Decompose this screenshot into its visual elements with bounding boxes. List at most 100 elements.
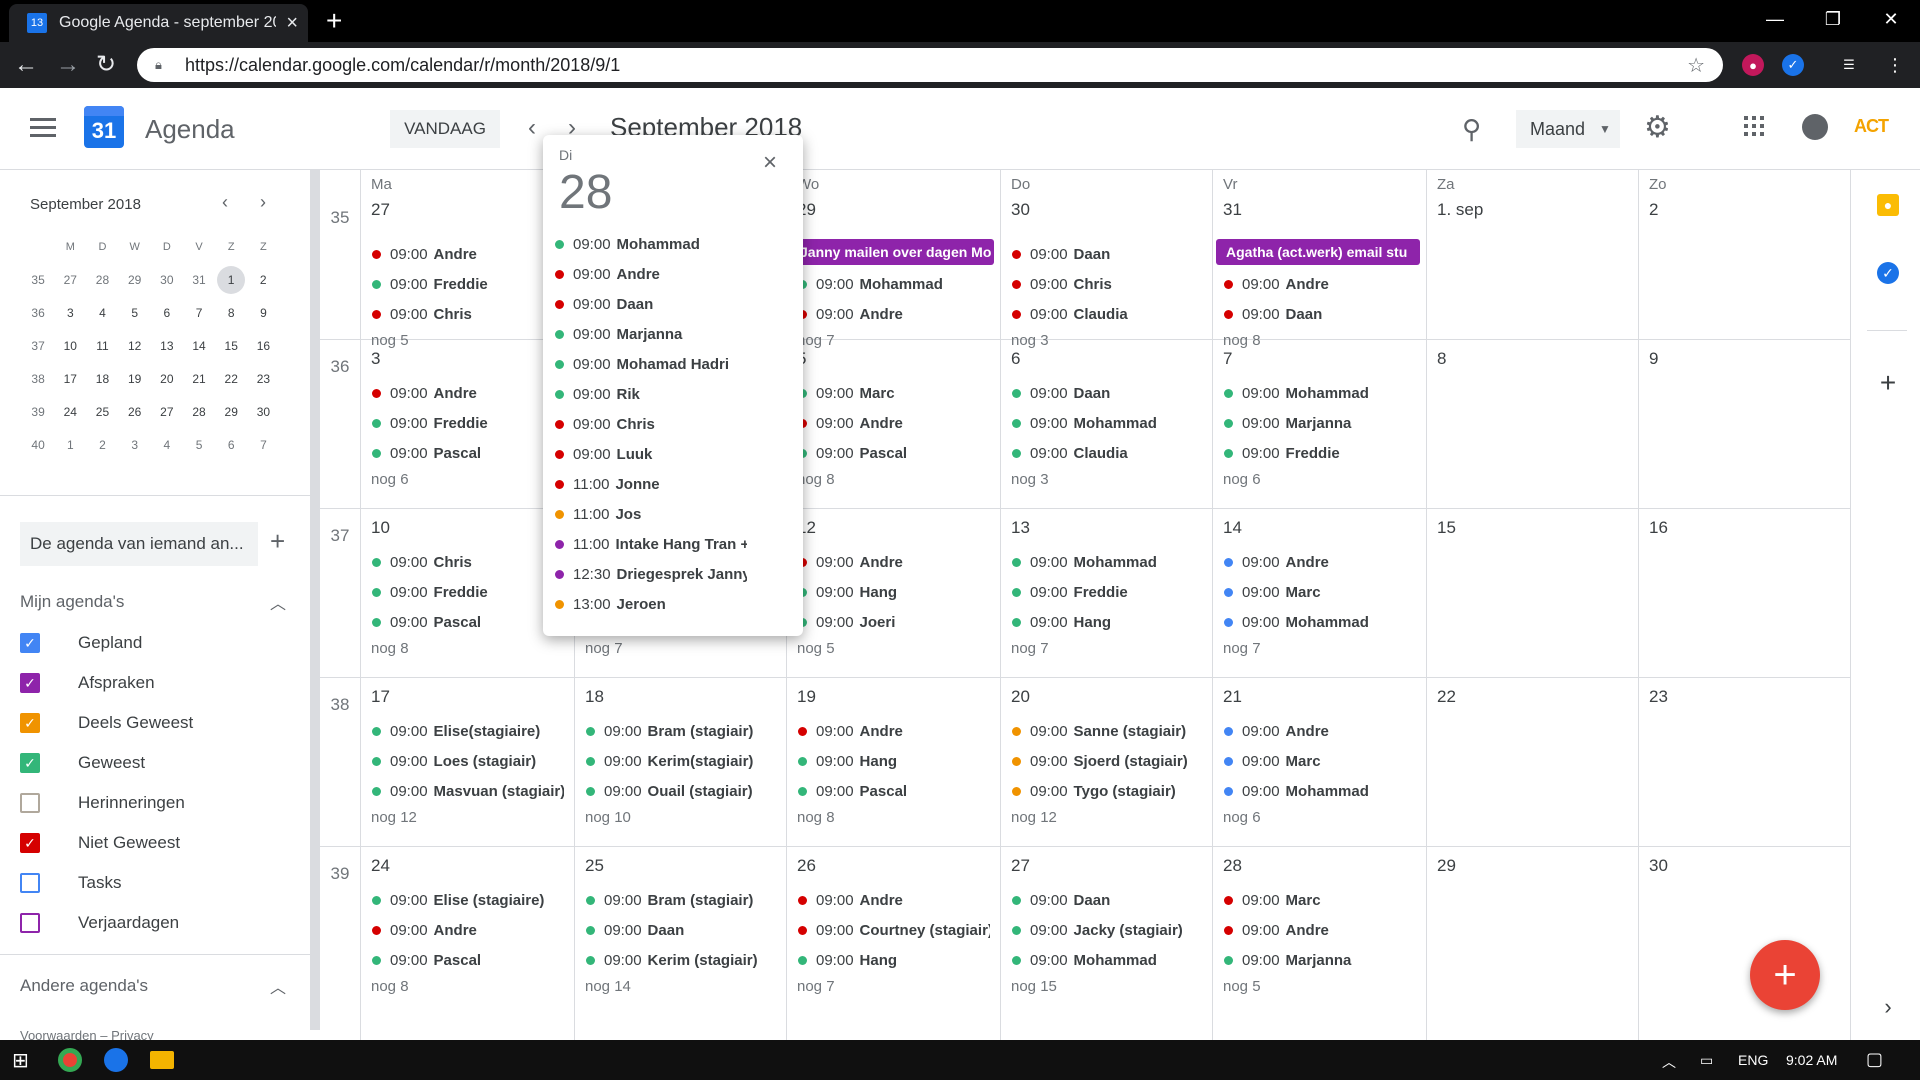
- event-item[interactable]: 09:00 Andre: [794, 548, 990, 576]
- event-item[interactable]: 09:00 Elise (stagiaire): [368, 886, 564, 914]
- more-events-link[interactable]: nog 7: [797, 978, 835, 995]
- keep-icon[interactable]: ●: [1877, 194, 1899, 216]
- day-cell[interactable]: 16: [1638, 508, 1850, 677]
- day-number[interactable]: 28: [1223, 856, 1242, 876]
- other-calendars-title[interactable]: Andere agenda's: [20, 976, 148, 996]
- mini-day[interactable]: 29: [119, 273, 151, 287]
- event-item[interactable]: 09:00 Bram (stagiair): [582, 886, 778, 914]
- event-item[interactable]: 09:00 Andre: [794, 717, 990, 745]
- day-cell[interactable]: 30: [1638, 846, 1850, 1015]
- event-item[interactable]: 09:00 Freddie: [368, 409, 564, 437]
- day-cell[interactable]: 29: [1426, 846, 1638, 1015]
- event-item[interactable]: 09:00 Pascal: [368, 608, 564, 636]
- popup-event-item[interactable]: 11:00 Jonne: [551, 469, 747, 499]
- mini-day[interactable]: 29: [215, 405, 247, 419]
- day-cell[interactable]: 12 09:00 Andre 09:00 Hang 09:00 Joeri nog 5: [786, 508, 998, 677]
- event-item[interactable]: 09:00 Elise(stagiaire): [368, 717, 564, 745]
- mini-day[interactable]: 27: [151, 405, 183, 419]
- mini-day[interactable]: 30: [151, 273, 183, 287]
- day-cell[interactable]: 509:00Marc09:00Andre09:00Pascalnog 8: [786, 339, 998, 508]
- event-item[interactable]: 09:00 Kerim (stagiair): [582, 946, 778, 974]
- day-cell[interactable]: 15: [1426, 508, 1638, 677]
- popup-event-item[interactable]: 09:00 Daan: [551, 289, 747, 319]
- day-cell[interactable]: Za 1. sep: [1426, 170, 1638, 339]
- popup-event-item[interactable]: 09:00 Andre: [551, 259, 747, 289]
- more-events-link[interactable]: nog 5: [797, 640, 835, 657]
- event-item[interactable]: 09:00 Mohammad: [1008, 548, 1204, 576]
- day-cell[interactable]: Vr 31 Agatha (act.werk) email stu 09:00 Andr…: [1212, 170, 1424, 349]
- day-number[interactable]: 30: [1649, 856, 1668, 876]
- event-item[interactable]: 09:00 Chris: [1008, 270, 1204, 298]
- event-item[interactable]: 09:00 Chris: [368, 548, 564, 576]
- popup-event-item[interactable]: 09:00 Marjanna: [551, 319, 747, 349]
- event-item[interactable]: 09:00 Andre: [368, 379, 564, 407]
- day-number[interactable]: 30: [1011, 200, 1030, 220]
- day-cell[interactable]: 19 09:00 Andre 09:00 Hang 09:00 Pascal nog 8: [786, 677, 998, 846]
- reload-icon[interactable]: ↻: [96, 50, 116, 80]
- day-cell[interactable]: 26 09:00 Andre 09:00 Courtney (stagiair) 09:0…: [786, 846, 998, 1015]
- day-cell[interactable]: 13 09:00 Mohammad 09:00 Freddie 09:00 Hang nog …: [1000, 508, 1212, 677]
- clock[interactable]: 9:02 AM: [1786, 1052, 1837, 1068]
- more-events-link[interactable]: nog 6: [371, 471, 409, 488]
- calendar-item[interactable]: ✓ Niet Geweest: [20, 828, 180, 858]
- event-item[interactable]: 09:00 Jacky (stagiair): [1008, 916, 1204, 944]
- popup-event-item[interactable]: 09:00 Chris: [551, 409, 747, 439]
- mini-prev-icon[interactable]: ‹: [222, 192, 228, 213]
- mini-day[interactable]: 17: [54, 372, 86, 386]
- calendar-checkbox[interactable]: [20, 793, 40, 813]
- day-number[interactable]: 15: [1437, 518, 1456, 538]
- day-cell[interactable]: Wo 29 Janny mailen over dagen Mo 09:00 Moham…: [786, 170, 998, 349]
- day-number[interactable]: 22: [1437, 687, 1456, 707]
- main-menu-icon[interactable]: [30, 118, 56, 138]
- more-events-link[interactable]: nog 7: [1223, 640, 1261, 657]
- calendar-item[interactable]: ✓ Deels Geweest: [20, 708, 193, 738]
- day-cell[interactable]: 22: [1426, 677, 1638, 846]
- mini-day[interactable]: 16: [247, 339, 279, 353]
- mini-day[interactable]: 20: [151, 372, 183, 386]
- mini-day[interactable]: 4: [151, 438, 183, 452]
- event-item[interactable]: 09:00 Mohammad: [1220, 777, 1416, 805]
- account-avatar[interactable]: [1802, 114, 1828, 140]
- day-cell[interactable]: 20 09:00 Sanne (stagiair) 09:00 Sjoerd (stag…: [1000, 677, 1212, 846]
- day-cell[interactable]: 21 09:00 Andre 09:00 Marc 09:00 Mohammad nog 6: [1212, 677, 1424, 846]
- event-item[interactable]: 09:00 Andre: [1220, 270, 1416, 298]
- event-item[interactable]: 09:00 Mohammad: [1008, 946, 1204, 974]
- event-item[interactable]: 09:00 Mohammad: [1008, 409, 1204, 437]
- event-item[interactable]: 09:00 Masvuan (stagiair): [368, 777, 564, 805]
- mini-day[interactable]: 28: [183, 405, 215, 419]
- incognito-icon[interactable]: ☰: [1838, 54, 1860, 76]
- calendar-checkbox[interactable]: ✓: [20, 833, 40, 853]
- more-events-link[interactable]: nog 15: [1011, 978, 1057, 995]
- event-item[interactable]: 09:00 Pascal: [368, 946, 564, 974]
- more-events-link[interactable]: nog 3: [1011, 471, 1049, 488]
- event-item[interactable]: 09:00 Andre: [1220, 548, 1416, 576]
- day-number[interactable]: 2: [1649, 200, 1658, 220]
- day-cell[interactable]: 10 09:00 Chris 09:00 Freddie 09:00 Pascal nog 8: [360, 508, 572, 677]
- collapse-chevron-icon[interactable]: ︿: [270, 974, 286, 998]
- calendar-checkbox[interactable]: [20, 913, 40, 933]
- calendar-checkbox[interactable]: ✓: [20, 633, 40, 653]
- day-number[interactable]: 7: [1223, 349, 1232, 369]
- event-item[interactable]: 09:00 Mohammad: [1220, 379, 1416, 407]
- view-selector[interactable]: Maand ▼: [1516, 110, 1620, 148]
- mini-day[interactable]: 26: [119, 405, 151, 419]
- file-explorer-icon[interactable]: [150, 1051, 174, 1069]
- event-item[interactable]: 09:00 Sjoerd (stagiair): [1008, 747, 1204, 775]
- event-item[interactable]: 09:00 Daan: [1008, 240, 1204, 268]
- more-events-link[interactable]: nog 6: [1223, 809, 1261, 826]
- day-number[interactable]: 27: [1011, 856, 1030, 876]
- mini-day[interactable]: 6: [215, 438, 247, 452]
- day-number[interactable]: 8: [1437, 349, 1446, 369]
- event-item[interactable]: 09:00 Pascal: [794, 439, 990, 467]
- event-item[interactable]: 09:00 Freddie: [1008, 578, 1204, 606]
- day-cell[interactable]: Zo 2: [1638, 170, 1850, 339]
- popup-day-number[interactable]: 28: [559, 165, 612, 220]
- more-events-link[interactable]: nog 12: [1011, 809, 1057, 826]
- popup-event-item[interactable]: 09:00 Mohamad Hadri: [551, 349, 747, 379]
- more-events-link[interactable]: nog 10: [585, 809, 631, 826]
- event-item[interactable]: 09:00 Freddie: [368, 270, 564, 298]
- restore-icon[interactable]: ❐: [1804, 0, 1862, 38]
- event-item[interactable]: 09:00 Hang: [794, 578, 990, 606]
- sidebar-scrollbar[interactable]: [310, 170, 320, 1030]
- day-cell[interactable]: 14 09:00 Andre 09:00 Marc 09:00 Mohammad nog 7: [1212, 508, 1424, 677]
